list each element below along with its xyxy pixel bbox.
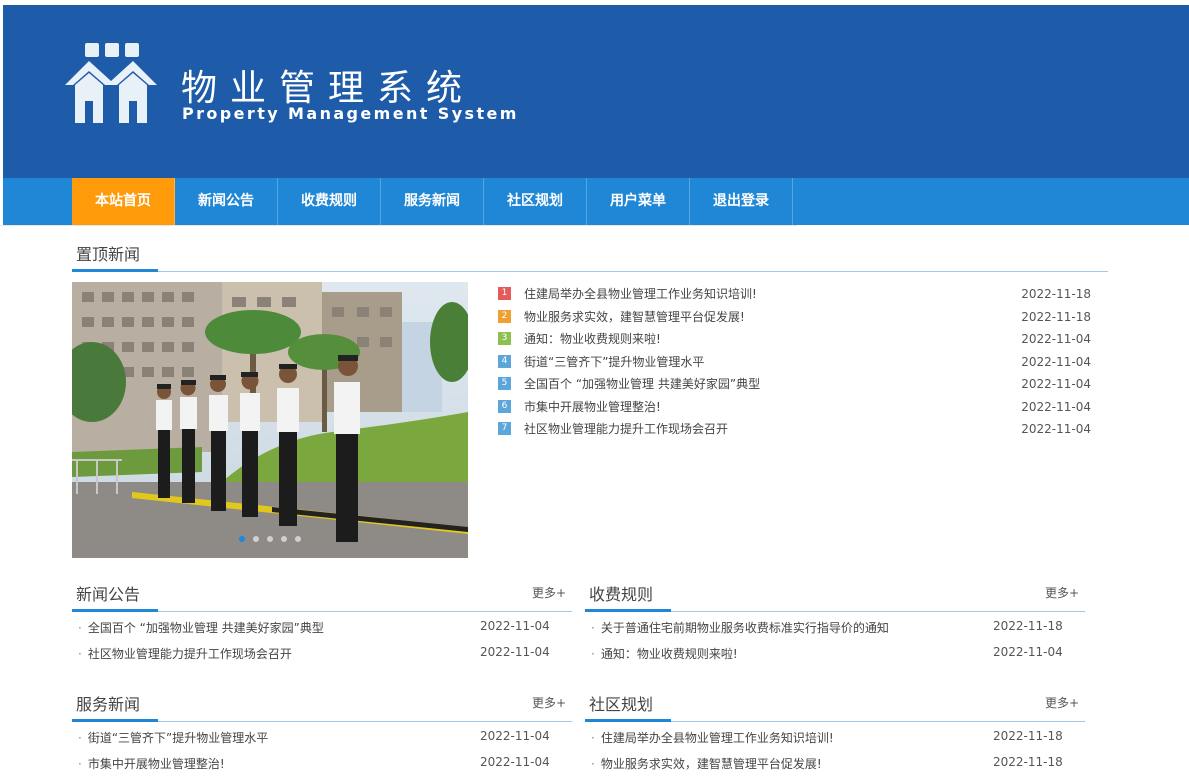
fees-underline <box>585 609 671 612</box>
community-section-title: 社区规划 <box>589 695 654 714</box>
news-date: 2022-11-18 <box>993 619 1063 633</box>
service-more-link[interactable]: 更多+ <box>532 694 566 711</box>
news-link[interactable]: · 市集中开展物业管理整治! <box>78 755 225 772</box>
rank-badge: 3 <box>498 332 511 345</box>
news-more-link[interactable]: 更多+ <box>532 584 566 601</box>
top-news-title: 置顶新闻 <box>76 245 141 264</box>
list-item: 3 通知：物业收费规则来啦! 2022-11-04 <box>498 331 1091 354</box>
rank-badge: 4 <box>498 354 511 368</box>
news-link[interactable]: 社区物业管理能力提升工作现场会召开 <box>524 421 728 437</box>
list-item: 2 物业服务求实效，建智慧管理平台促发展! 2022-11-18 <box>498 309 1091 332</box>
news-link[interactable]: 全国百个 “加强物业管理 共建美好家园”典型 <box>524 376 760 392</box>
news-link[interactable]: 通知：物业收费规则来啦! <box>524 331 661 347</box>
community-more-link[interactable]: 更多+ <box>1045 694 1079 711</box>
news-date: 2022-11-04 <box>480 645 550 659</box>
rank-badge: 7 <box>498 422 511 435</box>
news-date: 2022-11-04 <box>480 619 550 633</box>
news-link[interactable]: 物业服务求实效，建智慧管理平台促发展! <box>524 309 745 325</box>
top-news-underline <box>72 269 158 272</box>
news-date: 2022-11-18 <box>1021 287 1091 301</box>
community-underline <box>585 719 671 722</box>
news-link[interactable]: · 通知：物业收费规则来啦! <box>591 645 738 662</box>
news-date: 2022-11-04 <box>480 729 550 743</box>
news-link[interactable]: 市集中开展物业管理整治! <box>524 399 661 415</box>
carousel-dot[interactable] <box>281 536 287 542</box>
nav-community[interactable]: 社区规划 <box>484 178 587 225</box>
nav-divider <box>0 225 797 226</box>
news-link[interactable]: 街道“三管齐下”提升物业管理水平 <box>524 354 704 370</box>
rank-badge: 5 <box>498 377 511 390</box>
rank-badge: 1 <box>498 287 511 300</box>
news-date: 2022-11-04 <box>1021 377 1091 391</box>
news-date: 2022-11-18 <box>993 755 1063 769</box>
site-title-en: Property Management System <box>182 104 519 123</box>
news-link[interactable]: · 物业服务求实效，建智慧管理平台促发展! <box>591 755 822 772</box>
news-date: 2022-11-18 <box>993 729 1063 743</box>
service-underline <box>72 719 158 722</box>
carousel-dot[interactable] <box>295 536 301 542</box>
rank-badge: 2 <box>498 309 511 323</box>
house-logo-icon <box>65 43 157 123</box>
news-link[interactable]: · 社区物业管理能力提升工作现场会召开 <box>78 645 292 662</box>
carousel-dot[interactable] <box>267 536 273 542</box>
news-date: 2022-11-04 <box>480 755 550 769</box>
list-item: 6 市集中开展物业管理整治! 2022-11-04 <box>498 399 1091 422</box>
nav-service-news[interactable]: 服务新闻 <box>381 178 484 225</box>
news-link[interactable]: · 全国百个 “加强物业管理 共建美好家园”典型 <box>78 619 324 636</box>
carousel-dot[interactable] <box>253 536 259 542</box>
nav-logout[interactable]: 退出登录 <box>690 178 793 225</box>
fees-more-link[interactable]: 更多+ <box>1045 584 1079 601</box>
list-item: 4 街道“三管齐下”提升物业管理水平 2022-11-04 <box>498 354 1091 377</box>
nav-news[interactable]: 新闻公告 <box>175 178 278 225</box>
carousel-dot[interactable] <box>239 536 245 542</box>
carousel-photo <box>72 282 468 558</box>
top-news-divider <box>72 271 1108 272</box>
site-header: 物业管理系统 Property Management System <box>3 5 1189 178</box>
news-link[interactable]: 住建局举办全县物业管理工作业务知识培训! <box>524 286 757 302</box>
nav-user-menu[interactable]: 用户菜单 <box>587 178 690 225</box>
nav-fees[interactable]: 收费规则 <box>278 178 381 225</box>
news-date: 2022-11-04 <box>1021 399 1091 414</box>
list-item: 5 全国百个 “加强物业管理 共建美好家园”典型 2022-11-04 <box>498 376 1091 399</box>
news-date: 2022-11-04 <box>993 645 1063 659</box>
news-date: 2022-11-18 <box>1021 309 1091 324</box>
list-item: 7 社区物业管理能力提升工作现场会召开 2022-11-04 <box>498 421 1091 444</box>
news-date: 2022-11-04 <box>1021 422 1091 436</box>
top-news-list: 1 住建局举办全县物业管理工作业务知识培训! 2022-11-18 2 物业服务… <box>498 286 1091 444</box>
fees-section-title: 收费规则 <box>589 585 654 604</box>
news-carousel[interactable] <box>72 282 468 558</box>
news-link[interactable]: · 住建局举办全县物业管理工作业务知识培训! <box>591 729 834 746</box>
service-section-title: 服务新闻 <box>76 695 141 714</box>
news-date: 2022-11-04 <box>1021 332 1091 346</box>
carousel-dots <box>72 527 468 546</box>
news-date: 2022-11-04 <box>1021 354 1091 369</box>
news-underline <box>72 609 158 612</box>
main-nav: 本站首页 新闻公告 收费规则 服务新闻 社区规划 用户菜单 退出登录 <box>3 178 1189 225</box>
rank-badge: 6 <box>498 399 511 413</box>
list-item: 1 住建局举办全县物业管理工作业务知识培训! 2022-11-18 <box>498 286 1091 309</box>
nav-home[interactable]: 本站首页 <box>72 178 175 225</box>
news-link[interactable]: · 街道“三管齐下”提升物业管理水平 <box>78 729 268 746</box>
news-link[interactable]: · 关于普通住宅前期物业服务收费标准实行指导价的通知 <box>591 619 889 636</box>
news-section-title: 新闻公告 <box>76 585 141 604</box>
